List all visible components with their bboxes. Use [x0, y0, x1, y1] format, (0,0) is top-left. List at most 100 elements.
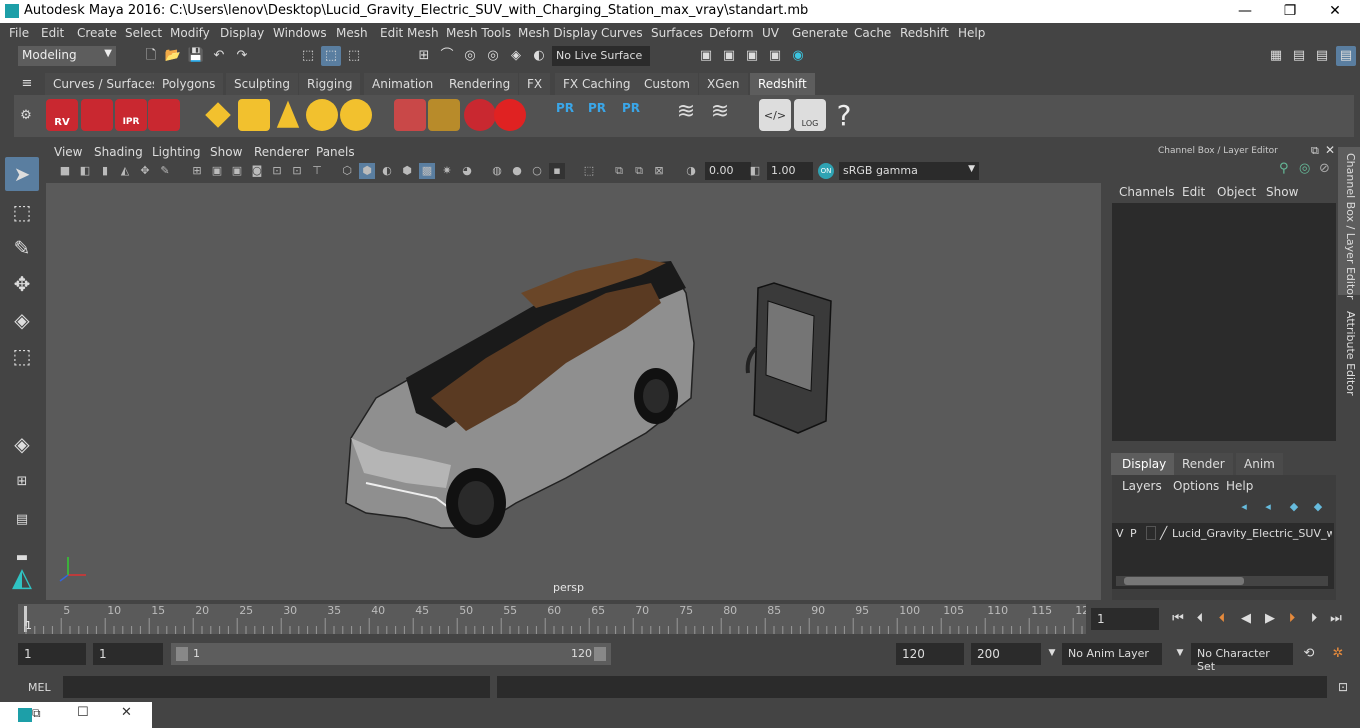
undo-icon[interactable]: ↶ — [209, 46, 229, 66]
step-forward-key-icon[interactable]: ⏵ — [1304, 609, 1324, 629]
textured-icon[interactable]: ▩ — [419, 163, 435, 179]
new-scene-icon[interactable]: 🗋 — [141, 46, 161, 66]
select-component-icon[interactable]: ⬚ — [344, 46, 364, 66]
gamma-field[interactable]: 1.00 — [767, 162, 813, 180]
new-layer-selected-icon[interactable]: ◆ — [1308, 497, 1328, 517]
layer-color-swatch[interactable] — [1146, 526, 1156, 540]
channel-menu-show[interactable]: Show — [1266, 185, 1298, 199]
camera-attrs-icon[interactable]: ◧ — [77, 163, 93, 179]
viewport-menu-panels[interactable]: Panels — [316, 145, 355, 159]
suv-model[interactable] — [345, 258, 695, 538]
xray-joints-icon[interactable]: ⧉ — [631, 163, 647, 179]
playback-end-field[interactable]: 120 — [896, 643, 964, 665]
auto-key-icon[interactable]: ⟲ — [1299, 644, 1319, 664]
menu-surfaces[interactable]: Surfaces — [651, 26, 703, 40]
anim-layer-field[interactable]: No Anim Layer — [1062, 643, 1162, 665]
grease-pencil-icon[interactable]: ✎ — [157, 163, 173, 179]
channel-box-key-icon[interactable]: ⊘ — [1319, 161, 1330, 176]
anti-aliasing-icon[interactable]: ○ — [529, 163, 545, 179]
channel-box-icon[interactable]: ▤ — [1336, 46, 1356, 66]
menu-create[interactable]: Create — [77, 26, 117, 40]
character-set-field[interactable]: No Character Set — [1191, 643, 1293, 673]
channel-box-sync-icon[interactable]: ◎ — [1299, 161, 1310, 176]
shelf-tab-rigging[interactable]: Rigging — [299, 73, 361, 95]
render-settings-icon[interactable]: ▣ — [765, 46, 785, 66]
redshift-spot-light-icon[interactable] — [276, 100, 300, 128]
menu-deform[interactable]: Deform — [709, 26, 754, 40]
shelf-tab-custom[interactable]: Custom — [636, 73, 698, 95]
screen-space-ao-icon[interactable]: ◍ — [489, 163, 505, 179]
char-set-chevron-down-icon[interactable]: ▼ — [1170, 643, 1190, 663]
redshift-proxy-export-icon[interactable]: PR — [549, 99, 581, 131]
snap-surface-icon[interactable]: ◈ — [506, 46, 526, 66]
color-management-icon[interactable]: ON — [818, 163, 834, 179]
animation-prefs-icon[interactable]: ✲ — [1328, 644, 1348, 664]
animation-start-field[interactable]: 1 — [18, 643, 86, 665]
redshift-light-icon[interactable] — [205, 102, 231, 128]
menu-curves[interactable]: Curves — [601, 26, 643, 40]
gate-mask-icon[interactable]: ◙ — [249, 163, 265, 179]
viewport-menu-renderer[interactable]: Renderer — [254, 145, 309, 159]
layer-playback-toggle[interactable]: P — [1130, 527, 1137, 540]
redshift-material-icon[interactable] — [494, 99, 526, 131]
layer-menu-options[interactable]: Options — [1173, 479, 1219, 493]
depth-of-field-icon[interactable]: ▪ — [549, 163, 565, 179]
redshift-proxy-import-icon[interactable]: PR — [581, 99, 613, 131]
close-panel-icon[interactable]: ✕ — [1325, 143, 1335, 157]
motion-blur-icon[interactable]: ● — [509, 163, 525, 179]
isolate-select-icon[interactable]: ⬚ — [581, 163, 597, 179]
smooth-shade-icon[interactable]: ⬢ — [359, 163, 375, 179]
grid-icon[interactable]: ⊞ — [189, 163, 205, 179]
bookmark-icon[interactable]: ▮ — [97, 163, 113, 179]
layer-tab-anim[interactable]: Anim — [1236, 453, 1283, 475]
redshift-proxy-swap-icon[interactable]: PR — [615, 99, 647, 131]
menu-mesh-tools[interactable]: Mesh Tools — [446, 26, 511, 40]
wireframe-on-shaded-icon[interactable]: ⬢ — [399, 163, 415, 179]
xray-icon[interactable]: ⧉ — [611, 163, 627, 179]
menu-edit-mesh[interactable]: Edit Mesh — [380, 26, 439, 40]
color-space-select[interactable]: sRGB gamma ▼ — [839, 162, 979, 180]
resolution-gate-icon[interactable]: ▣ — [229, 163, 245, 179]
redshift-area-light-icon[interactable] — [238, 99, 270, 131]
close-button[interactable]: ✕ — [1324, 2, 1346, 20]
menu-redshift[interactable]: Redshift — [900, 26, 949, 40]
3d-viewport[interactable]: persp — [46, 183, 1101, 600]
range-slider-start-handle[interactable] — [176, 647, 188, 661]
layer-menu-layers[interactable]: Layers — [1122, 479, 1162, 493]
menu-uv[interactable]: UV — [762, 26, 779, 40]
shelf-tab-animation[interactable]: Animation — [364, 73, 442, 95]
render-view-icon[interactable]: ▣ — [696, 46, 716, 66]
menu-windows[interactable]: Windows — [273, 26, 327, 40]
animation-end-field[interactable]: 200 — [971, 643, 1041, 665]
menu-mesh[interactable]: Mesh — [336, 26, 368, 40]
viewport-menu-show[interactable]: Show — [210, 145, 242, 159]
redshift-batch-render-icon[interactable] — [81, 99, 113, 131]
scale-tool-icon[interactable]: ⬚ — [5, 339, 39, 373]
play-forwards-icon[interactable]: ▶ — [1260, 609, 1280, 629]
step-back-key-icon[interactable]: ⏴ — [1190, 609, 1210, 629]
time-slider[interactable]: 1 5 10 15 20 25 30 35 40 45 50 55 60 65 70 75 80 85 90 95 1… — [18, 604, 1089, 634]
shelf-tab-fx-caching[interactable]: FX Caching — [555, 73, 639, 95]
step-forward-frame-icon[interactable]: ⏵ — [1282, 609, 1302, 629]
exposure-icon[interactable]: ◑ — [683, 163, 699, 179]
move-layer-up-icon[interactable]: ◂ — [1234, 497, 1254, 517]
snap-view-icon[interactable]: ◎ — [483, 46, 503, 66]
xray-components-icon[interactable]: ⊠ — [651, 163, 667, 179]
shelf-tab-rendering[interactable]: Rendering — [441, 73, 519, 95]
ipr-render-icon[interactable]: ▣ — [742, 46, 762, 66]
menu-display[interactable]: Display — [220, 26, 264, 40]
shelf-options-gear-icon[interactable]: ⚙ — [16, 106, 36, 126]
four-pane-layout-icon[interactable]: ⊞ — [5, 465, 39, 499]
live-surface-field[interactable]: No Live Surface — [552, 46, 650, 66]
redshift-script-icon[interactable]: </> — [759, 99, 791, 131]
redshift-log-icon[interactable]: LOG — [794, 99, 826, 131]
shadows-icon[interactable]: ◕ — [459, 163, 475, 179]
layer-tab-display[interactable]: Display — [1111, 453, 1178, 475]
menu-edit[interactable]: Edit — [41, 26, 64, 40]
film-gate-icon[interactable]: ▣ — [209, 163, 225, 179]
channel-list[interactable] — [1112, 203, 1336, 441]
shelf-tab-xgen[interactable]: XGen — [699, 73, 748, 95]
redshift-render-view-icon[interactable]: RV — [46, 99, 78, 131]
snap-grid-icon[interactable]: ⊞ — [414, 46, 434, 66]
command-language-label[interactable]: MEL — [28, 681, 51, 694]
